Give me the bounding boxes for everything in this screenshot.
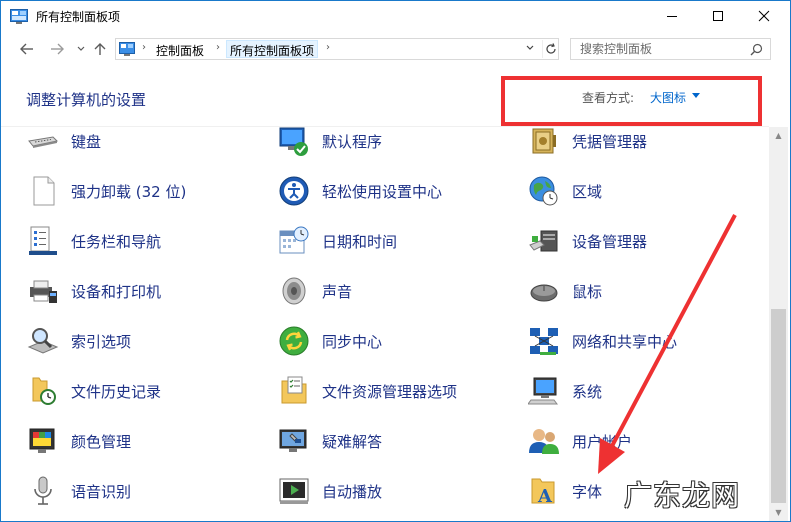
arrow-left-icon <box>20 43 33 55</box>
back-button[interactable] <box>17 39 37 59</box>
troubleshoot-icon <box>279 429 307 452</box>
address-dropdown-button[interactable] <box>526 43 534 54</box>
item-default-programs[interactable]: 默认程序 <box>278 127 382 158</box>
breadcrumb-all-items[interactable]: 所有控制面板项 <box>226 40 319 58</box>
items-grid: 键盘 强力卸载 (32 位) 任务栏和导航 设备和打印机 索引选项 文件历史记录… <box>1 127 769 521</box>
color-palette-icon <box>29 428 55 453</box>
mouse-icon <box>530 284 558 302</box>
page-title: 调整计算机的设置 <box>26 91 147 109</box>
address-bar[interactable]: › 控制面板 › 所有控制面板项 › <box>115 38 559 60</box>
accessibility-icon <box>279 176 309 206</box>
view-by-dropdown[interactable]: 大图标 <box>650 89 686 106</box>
speaker-icon <box>282 277 306 305</box>
content-header: 调整计算机的设置 查看方式: 大图标 <box>1 65 769 127</box>
folder-clock-icon <box>32 377 56 405</box>
maximize-icon <box>713 11 723 21</box>
refresh-icon <box>545 43 556 54</box>
navigation-bar: › 控制面板 › 所有控制面板项 › <box>1 33 790 65</box>
item-network-sharing[interactable]: 网络和共享中心 <box>528 324 677 358</box>
item-explorer-options[interactable]: 文件资源管理器选项 <box>278 374 457 408</box>
item-troubleshooting[interactable]: 疑难解答 <box>278 424 382 458</box>
network-icon <box>530 328 558 355</box>
computer-icon <box>528 377 558 405</box>
chevron-right-icon[interactable]: › <box>216 42 220 53</box>
font-folder-icon: A <box>531 478 555 507</box>
folder-options-icon <box>281 376 307 404</box>
chevron-down-icon <box>77 46 85 51</box>
calendar-clock-icon <box>279 226 309 254</box>
sync-icon <box>279 326 309 356</box>
item-region[interactable]: 区域 <box>528 174 602 208</box>
title-bar[interactable]: 所有控制面板项 <box>1 1 790 33</box>
autoplay-icon <box>279 478 309 504</box>
device-manager-icon <box>529 230 558 252</box>
arrow-up-icon <box>94 43 106 55</box>
close-icon <box>758 10 770 22</box>
item-uninstaller[interactable]: 强力卸载 (32 位) <box>27 174 186 208</box>
refresh-button[interactable] <box>542 40 558 58</box>
users-icon <box>529 429 559 454</box>
item-autoplay[interactable]: 自动播放 <box>278 474 382 508</box>
scroll-up-button[interactable]: ▲ <box>769 127 788 144</box>
chevron-down-icon <box>526 45 534 50</box>
item-system[interactable]: 系统 <box>528 374 602 408</box>
watermark: 广东龙网 <box>624 479 741 512</box>
close-button[interactable] <box>741 1 787 31</box>
item-file-history[interactable]: 文件历史记录 <box>27 374 161 408</box>
item-indexing[interactable]: 索引选项 <box>27 324 131 358</box>
document-icon <box>33 176 55 206</box>
item-credential-manager[interactable]: 凭据管理器 <box>528 127 647 158</box>
breadcrumb-control-panel[interactable]: 控制面板 <box>156 42 204 59</box>
item-user-accounts[interactable]: 用户帐户 <box>528 424 632 458</box>
vault-icon <box>532 128 556 154</box>
arrow-right-icon <box>51 43 64 55</box>
vertical-scrollbar[interactable]: ▲ ▼ <box>769 127 788 521</box>
minimize-icon <box>667 16 677 17</box>
item-mouse[interactable]: 鼠标 <box>528 274 602 308</box>
item-ease-of-access[interactable]: 轻松使用设置中心 <box>278 174 442 208</box>
control-panel-window: 所有控制面板项 › 控制面板 › 所有控制面板项 › 搜索控制面板 调整计算机的… <box>0 0 791 522</box>
chevron-right-icon[interactable]: › <box>142 42 146 53</box>
view-by-label: 查看方式: <box>582 91 635 105</box>
window-title: 所有控制面板项 <box>36 10 121 24</box>
maximize-button[interactable] <box>695 1 741 31</box>
microphone-icon <box>34 476 52 505</box>
taskbar-icon <box>29 226 57 255</box>
search-input[interactable] <box>580 42 740 56</box>
search-box[interactable] <box>570 38 771 60</box>
item-device-manager[interactable]: 设备管理器 <box>528 224 647 258</box>
control-panel-icon <box>10 9 28 24</box>
minimize-button[interactable] <box>649 1 695 31</box>
globe-clock-icon <box>529 176 558 206</box>
printer-icon <box>30 280 57 303</box>
keyboard-icon <box>28 136 59 148</box>
item-color-management[interactable]: 颜色管理 <box>27 424 131 458</box>
svg-text:A: A <box>537 486 553 507</box>
control-panel-icon <box>119 42 135 56</box>
item-date-time[interactable]: 日期和时间 <box>278 224 397 258</box>
item-sync-center[interactable]: 同步中心 <box>278 324 382 358</box>
search-icon[interactable] <box>750 43 763 56</box>
scroll-down-button[interactable]: ▼ <box>769 504 788 521</box>
up-button[interactable] <box>90 39 110 59</box>
item-sound[interactable]: 声音 <box>278 274 352 308</box>
item-fonts[interactable]: A 字体 <box>528 474 602 508</box>
scrollbar-thumb[interactable] <box>771 309 786 503</box>
item-taskbar[interactable]: 任务栏和导航 <box>27 224 161 258</box>
forward-button[interactable] <box>47 39 67 59</box>
recent-locations-button[interactable] <box>71 39 91 59</box>
caret-down-icon[interactable] <box>692 93 700 98</box>
item-keyboard[interactable]: 键盘 <box>27 127 101 158</box>
item-speech-recognition[interactable]: 语音识别 <box>27 474 131 508</box>
item-devices-printers[interactable]: 设备和打印机 <box>27 274 161 308</box>
magnifier-icon <box>27 328 59 354</box>
default-programs-icon <box>279 127 308 156</box>
chevron-right-icon[interactable]: › <box>326 42 330 53</box>
